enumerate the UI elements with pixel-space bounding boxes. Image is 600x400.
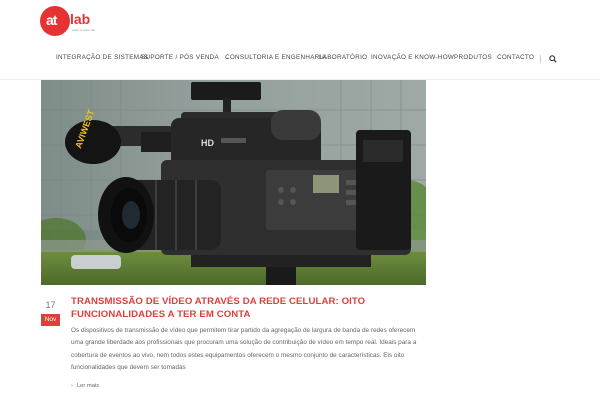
nav-item-suporte-label: SUPORTE / PÓS VENDA — [141, 54, 220, 61]
camera-photo: AVIWEST HD — [41, 80, 426, 285]
camera-label: HD — [201, 138, 214, 148]
post-date-month: Nov — [41, 314, 60, 326]
read-more-label: Ler mais — [76, 383, 100, 389]
post-title[interactable]: TRANSMISSÃO DE VÍDEO ATRAVÉS DA REDE CEL… — [71, 295, 371, 321]
nav-item-inovacao[interactable]: INOVAÇÃO E KNOW-HOW — [371, 54, 454, 61]
nav-item-produtos[interactable]: PRODUTOS — [454, 54, 492, 61]
hero-image[interactable]: AVIWEST HD — [41, 80, 426, 285]
post-date-day: 17 — [45, 300, 56, 310]
nav-item-suporte[interactable]: SUPORTE / PÓS VENDA ⌄ — [141, 54, 229, 61]
site-logo[interactable]: at lab audio & video lab — [40, 6, 98, 36]
search-icon[interactable] — [549, 55, 557, 63]
nav-item-integracao[interactable]: INTEGRAÇÃO DE SISTEMAS — [56, 54, 148, 61]
nav-item-consultoria[interactable]: CONSULTORIA E ENGENHARIA — [225, 54, 326, 61]
main-nav: INTEGRAÇÃO DE SISTEMAS SUPORTE / PÓS VEN… — [0, 54, 600, 68]
logo-text-at: at — [46, 12, 57, 28]
site-header: at lab audio & video lab INTEGRAÇÃO DE S… — [0, 0, 600, 80]
logo-text-lab: lab — [70, 11, 91, 27]
chevron-right-icon: › — [71, 383, 73, 389]
nav-divider — [540, 55, 541, 63]
post-date: 17 Nov — [41, 298, 60, 326]
logo-tagline: audio & video lab — [72, 28, 96, 32]
read-more-link[interactable]: › Ler mais — [71, 383, 99, 389]
nav-item-laboratorio[interactable]: LABORATÓRIO — [319, 54, 367, 61]
nav-item-contacto[interactable]: CONTACTO — [497, 54, 534, 61]
post-excerpt: Os dispositivos de transmissão de vídeo … — [71, 327, 417, 372]
